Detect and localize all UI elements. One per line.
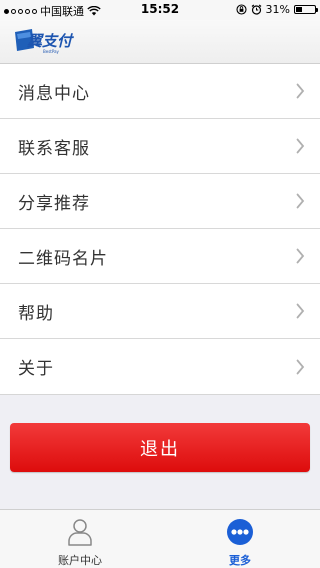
menu-item-label: 帮助 <box>18 303 54 324</box>
menu-item-label: 消息中心 <box>18 83 90 104</box>
tab-account-center[interactable]: 账户中心 <box>0 510 160 568</box>
battery-level <box>296 7 302 12</box>
chevron-right-icon <box>296 193 305 209</box>
svg-text:BestPay: BestPay <box>43 49 60 54</box>
alarm-icon <box>251 4 261 15</box>
logo-text: 翼支付 <box>26 32 75 50</box>
menu-item-label: 联系客服 <box>18 138 90 159</box>
nav-bar: 翼支付 BestPay <box>0 20 320 64</box>
tab-more[interactable]: 更多 <box>160 510 320 568</box>
chevron-right-icon <box>296 359 305 374</box>
menu-item-qr-card[interactable]: 二维码名片 <box>0 229 320 284</box>
tab-label: 更多 <box>229 554 251 567</box>
status-bar: 中国联通 15:52 31% <box>0 0 320 20</box>
orientation-lock-icon <box>235 4 247 15</box>
menu-item-message-center[interactable]: 消息中心 <box>0 64 320 119</box>
menu-list: 消息中心 联系客服 分享推荐 二维码名片 帮助 关于 <box>0 64 320 395</box>
app-logo: 翼支付 BestPay <box>15 29 75 54</box>
logout-button[interactable]: 退出 <box>10 423 310 472</box>
chevron-right-icon <box>296 138 305 154</box>
menu-item-about[interactable]: 关于 <box>0 339 320 394</box>
chevron-right-icon <box>296 303 305 319</box>
menu-item-label: 关于 <box>18 359 54 379</box>
battery-percent: 31% <box>265 3 290 16</box>
menu-item-contact-service[interactable]: 联系客服 <box>0 119 320 174</box>
tab-bar: 账户中心 更多 <box>0 509 320 568</box>
more-icon <box>227 519 253 545</box>
chevron-right-icon <box>296 83 305 99</box>
chevron-right-icon <box>296 248 305 264</box>
battery-icon <box>294 5 318 14</box>
tab-label: 账户中心 <box>58 554 102 567</box>
status-right: 31% <box>235 3 318 16</box>
menu-item-help[interactable]: 帮助 <box>0 284 320 339</box>
menu-item-label: 分享推荐 <box>18 193 90 214</box>
menu-item-share-recommend[interactable]: 分享推荐 <box>0 174 320 229</box>
menu-item-label: 二维码名片 <box>18 248 108 269</box>
person-icon <box>68 519 92 546</box>
